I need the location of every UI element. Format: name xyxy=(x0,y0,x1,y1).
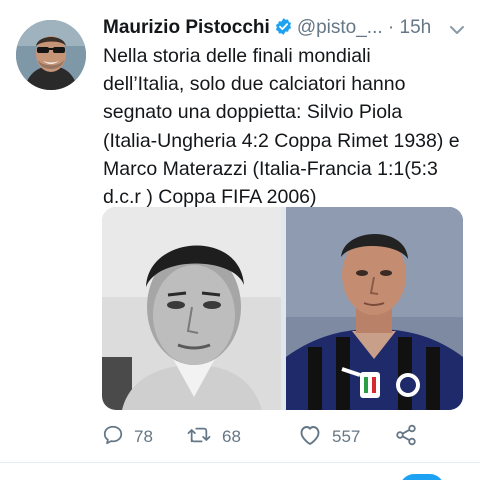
author-display-name[interactable]: Maurizio Pistocchi xyxy=(103,17,270,38)
tweet-header: Maurizio Pistocchi @pisto_... · 15h xyxy=(103,14,473,42)
chevron-down-icon[interactable] xyxy=(449,23,465,41)
like-button[interactable]: 557 xyxy=(298,422,360,452)
verified-badge-icon xyxy=(274,17,293,45)
compose-fab-button[interactable] xyxy=(400,474,444,480)
share-icon xyxy=(394,423,418,452)
tweet-timestamp[interactable]: 15h xyxy=(400,17,432,38)
reply-button[interactable]: 78 xyxy=(102,422,153,452)
tweet-card[interactable]: Maurizio Pistocchi @pisto_... · 15h Nella… xyxy=(0,0,480,462)
separator-dot: · xyxy=(387,17,395,38)
heart-icon xyxy=(298,424,322,451)
share-button[interactable] xyxy=(394,422,418,452)
like-count: 557 xyxy=(332,427,361,446)
timeline: Maurizio Pistocchi @pisto_... · 15h Nella… xyxy=(0,0,480,480)
reply-count: 78 xyxy=(134,427,153,446)
author-handle[interactable]: @pisto_... xyxy=(297,17,383,38)
tweet-actions: 78 68 557 xyxy=(0,422,480,452)
retweet-icon xyxy=(186,424,212,451)
avatar-photo xyxy=(16,20,86,90)
retweet-button[interactable]: 68 xyxy=(186,422,241,452)
retweet-count: 68 xyxy=(222,427,241,446)
avatar[interactable] xyxy=(16,20,86,90)
tweet-text: Nella storia delle finali mondiali dell’… xyxy=(103,45,460,209)
tweet-divider xyxy=(0,462,480,463)
media-photo-2[interactable] xyxy=(286,207,463,410)
media-photo-1[interactable] xyxy=(102,207,281,410)
reply-icon xyxy=(102,424,124,451)
media-grid xyxy=(102,207,463,410)
